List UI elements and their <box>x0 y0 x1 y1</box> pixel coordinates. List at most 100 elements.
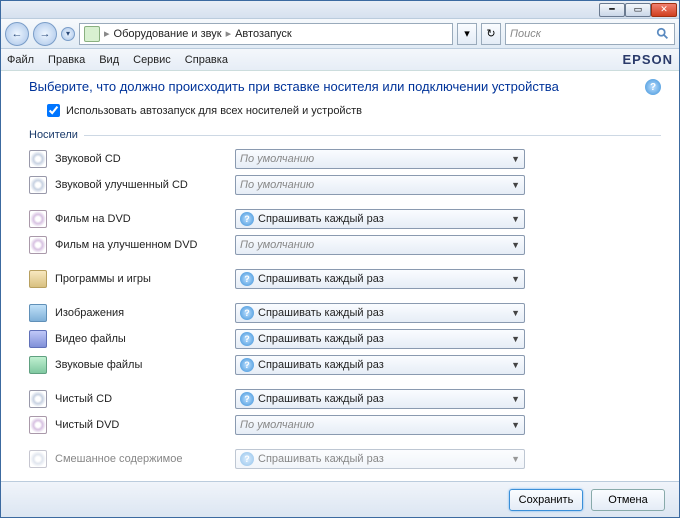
autoplay-window: ━ ▭ ✕ ← → ▾ ▸ Оборудование и звук ▸ Авто… <box>0 0 680 518</box>
question-icon: ? <box>240 332 254 346</box>
combo-enhanced-dvd-movie[interactable]: По умолчанию ▼ <box>235 235 525 255</box>
history-dropdown[interactable]: ▾ <box>61 27 75 41</box>
audio-icon <box>29 356 47 374</box>
chevron-down-icon: ▼ <box>511 360 520 370</box>
brand-label: EPSON <box>622 52 673 67</box>
titlebar: ━ ▭ ✕ <box>1 1 679 19</box>
cancel-button[interactable]: Отмена <box>591 489 665 511</box>
combo-blank-dvd[interactable]: По умолчанию ▼ <box>235 415 525 435</box>
combo-enhanced-audio-cd[interactable]: По умолчанию ▼ <box>235 175 525 195</box>
divider <box>84 135 661 136</box>
combo-pictures[interactable]: ? Спрашивать каждый раз ▼ <box>235 303 525 323</box>
question-icon: ? <box>240 392 254 406</box>
use-autoplay-checkbox[interactable] <box>47 104 60 117</box>
row-enhanced-audio-cd: Звуковой улучшенный CD По умолчанию ▼ <box>29 173 661 197</box>
video-icon <box>29 330 47 348</box>
breadcrumb-autoplay[interactable]: Автозапуск <box>235 28 292 40</box>
media-section-label: Носители <box>29 129 661 141</box>
row-mixed: Смешанное содержимое ? Спрашивать каждый… <box>29 447 661 471</box>
label-pictures: Изображения <box>55 307 235 319</box>
cd-icon <box>29 390 47 408</box>
control-panel-icon <box>84 26 100 42</box>
chevron-down-icon: ▼ <box>511 394 520 404</box>
label-enhanced-audio-cd: Звуковой улучшенный CD <box>55 179 235 191</box>
mixed-icon <box>29 450 47 468</box>
combo-mixed[interactable]: ? Спрашивать каждый раз ▼ <box>235 449 525 469</box>
label-mixed: Смешанное содержимое <box>55 453 235 465</box>
search-input[interactable]: Поиск <box>505 23 675 45</box>
question-icon: ? <box>240 452 254 466</box>
cd-icon <box>29 176 47 194</box>
question-icon: ? <box>240 272 254 286</box>
pictures-icon <box>29 304 47 322</box>
search-icon <box>656 27 670 41</box>
address-dropdown[interactable]: ▾ <box>457 23 477 45</box>
back-button[interactable]: ← <box>5 22 29 46</box>
label-blank-dvd: Чистый DVD <box>55 419 235 431</box>
close-button[interactable]: ✕ <box>651 3 677 17</box>
chevron-right-icon: ▸ <box>226 27 232 40</box>
save-button[interactable]: Сохранить <box>509 489 583 511</box>
menu-service[interactable]: Сервис <box>133 54 171 66</box>
combo-video-files[interactable]: ? Спрашивать каждый раз ▼ <box>235 329 525 349</box>
label-audio-cd: Звуковой CD <box>55 153 235 165</box>
label-software-games: Программы и игры <box>55 273 235 285</box>
combo-software-games[interactable]: ? Спрашивать каждый раз ▼ <box>235 269 525 289</box>
combo-audio-cd[interactable]: По умолчанию ▼ <box>235 149 525 169</box>
menu-view[interactable]: Вид <box>99 54 119 66</box>
chevron-down-icon: ▼ <box>511 274 520 284</box>
chevron-down-icon: ▼ <box>511 214 520 224</box>
menu-file[interactable]: Файл <box>7 54 34 66</box>
chevron-down-icon: ▼ <box>511 334 520 344</box>
dvd-icon <box>29 236 47 254</box>
label-enhanced-dvd-movie: Фильм на улучшенном DVD <box>55 239 235 251</box>
chevron-down-icon: ▼ <box>511 180 520 190</box>
media-rows: Звуковой CD По умолчанию ▼ Звуковой улуч… <box>29 147 661 471</box>
menu-edit[interactable]: Правка <box>48 54 85 66</box>
content-area: Выберите, что должно происходить при вст… <box>1 71 679 481</box>
maximize-button[interactable]: ▭ <box>625 3 651 17</box>
label-video-files: Видео файлы <box>55 333 235 345</box>
help-icon[interactable]: ? <box>645 79 661 95</box>
question-icon: ? <box>240 306 254 320</box>
row-pictures: Изображения ? Спрашивать каждый раз ▼ <box>29 301 661 325</box>
label-blank-cd: Чистый CD <box>55 393 235 405</box>
row-audio-cd: Звуковой CD По умолчанию ▼ <box>29 147 661 171</box>
minimize-button[interactable]: ━ <box>599 3 625 17</box>
combo-dvd-movie[interactable]: ? Спрашивать каждый раз ▼ <box>235 209 525 229</box>
chevron-down-icon: ▼ <box>511 420 520 430</box>
breadcrumb-hardware[interactable]: Оборудование и звук <box>114 28 222 40</box>
chevron-down-icon: ▼ <box>511 308 520 318</box>
question-icon: ? <box>240 212 254 226</box>
question-icon: ? <box>240 358 254 372</box>
label-audio-files: Звуковые файлы <box>55 359 235 371</box>
row-blank-dvd: Чистый DVD По умолчанию ▼ <box>29 413 661 437</box>
row-software-games: Программы и игры ? Спрашивать каждый раз… <box>29 267 661 291</box>
search-placeholder: Поиск <box>510 28 541 40</box>
menubar: Файл Правка Вид Сервис Справка EPSON <box>1 49 679 71</box>
combo-audio-files[interactable]: ? Спрашивать каждый раз ▼ <box>235 355 525 375</box>
address-bar[interactable]: ▸ Оборудование и звук ▸ Автозапуск <box>79 23 453 45</box>
chevron-down-icon: ▼ <box>511 154 520 164</box>
row-dvd-movie: Фильм на DVD ? Спрашивать каждый раз ▼ <box>29 207 661 231</box>
use-autoplay-label: Использовать автозапуск для всех носител… <box>66 105 362 117</box>
row-enhanced-dvd-movie: Фильм на улучшенном DVD По умолчанию ▼ <box>29 233 661 257</box>
dvd-icon <box>29 210 47 228</box>
combo-blank-cd[interactable]: ? Спрашивать каждый раз ▼ <box>235 389 525 409</box>
navbar: ← → ▾ ▸ Оборудование и звук ▸ Автозапуск… <box>1 19 679 49</box>
chevron-right-icon: ▸ <box>104 27 110 40</box>
page-heading: Выберите, что должно происходить при вст… <box>29 79 645 94</box>
forward-button[interactable]: → <box>33 22 57 46</box>
dvd-icon <box>29 416 47 434</box>
chevron-down-icon: ▼ <box>511 454 520 464</box>
menu-help[interactable]: Справка <box>185 54 228 66</box>
chevron-down-icon: ▼ <box>511 240 520 250</box>
row-video-files: Видео файлы ? Спрашивать каждый раз ▼ <box>29 327 661 351</box>
row-audio-files: Звуковые файлы ? Спрашивать каждый раз ▼ <box>29 353 661 377</box>
row-blank-cd: Чистый CD ? Спрашивать каждый раз ▼ <box>29 387 661 411</box>
refresh-button[interactable]: ↻ <box>481 23 501 45</box>
footer: Сохранить Отмена <box>1 481 679 517</box>
software-icon <box>29 270 47 288</box>
cd-icon <box>29 150 47 168</box>
label-dvd-movie: Фильм на DVD <box>55 213 235 225</box>
